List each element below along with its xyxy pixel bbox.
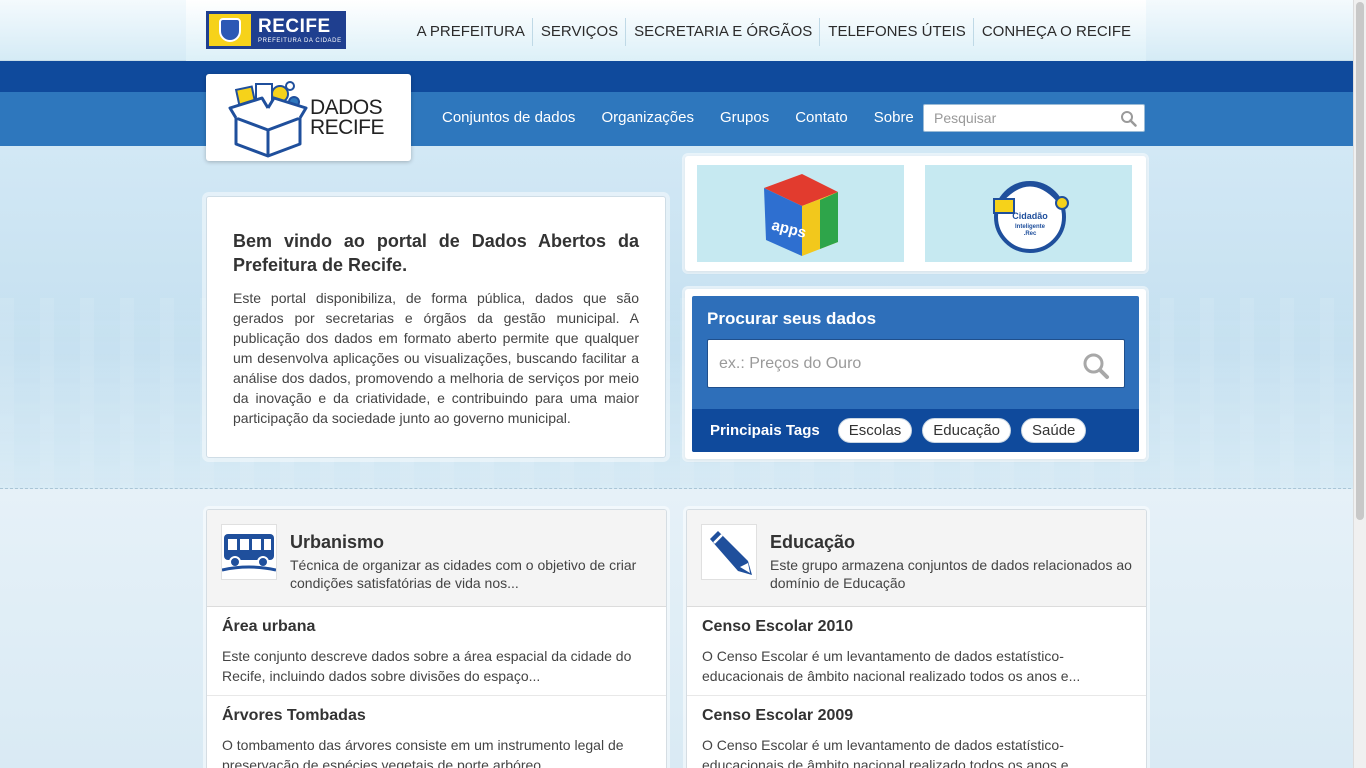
dataset-description: O Censo Escolar é um levantamento de dad… — [702, 737, 1081, 768]
tag-educacao[interactable]: Educação — [922, 418, 1012, 443]
welcome-title: Bem vindo ao portal de Dados Abertos da … — [233, 231, 639, 275]
dataset-title: Censo Escolar 2010 — [702, 618, 854, 635]
main-nav: Conjuntos de dados Organizações Grupos C… — [442, 109, 914, 126]
cidadao-line-1: Cidadão — [1012, 211, 1048, 221]
cidadao-line-3: .Rec — [1023, 231, 1036, 237]
group-description: Técnica de organizar as cidades com o ob… — [290, 557, 637, 591]
group-card-urbanismo: Urbanismo Técnica de organizar as cidade… — [206, 509, 667, 768]
dataset-item[interactable]: Censo Escolar 2009 O Censo Escolar é um … — [687, 696, 1146, 768]
search-icon[interactable] — [1082, 352, 1110, 385]
gov-nav-conheca[interactable]: CONHEÇA O RECIFE — [972, 18, 1138, 46]
search-panel-title: Procurar seus dados — [707, 309, 877, 328]
logo-line-2: RECIFE — [310, 116, 385, 139]
group-title: Educação — [770, 532, 856, 552]
top-search — [923, 104, 1145, 132]
header-band-dark — [0, 61, 1366, 92]
hero-background — [0, 146, 1366, 488]
dataset-item[interactable]: Árvores Tombadas O tombamento das árvore… — [207, 696, 666, 768]
recife-logo-subtitle: PREFEITURA DA CIDADE — [258, 37, 342, 44]
gov-nav-servicos[interactable]: SERVIÇOS — [531, 18, 625, 46]
dataset-description: O tombamento das árvores consiste em um … — [222, 737, 624, 768]
apps-tile[interactable]: apps — [697, 165, 904, 262]
dataset-description: O Censo Escolar é um levantamento de dad… — [702, 648, 1081, 684]
cidadao-inteligente-icon: Cidadão Inteligente .Rec — [992, 180, 1069, 253]
tags-bar: Principais Tags Escolas Educação Saúde — [692, 409, 1139, 452]
gov-bar-inner: RECIFE PREFEITURA DA CIDADE A PREFEITURA… — [186, 0, 1146, 61]
group-header[interactable]: Educação Este grupo armazena conjuntos d… — [687, 510, 1146, 607]
nav-grupos[interactable]: Grupos — [720, 109, 769, 126]
page-scrollbar[interactable] — [1353, 0, 1366, 768]
gov-bar: RECIFE PREFEITURA DA CIDADE A PREFEITURA… — [0, 0, 1366, 61]
search-panel: Procurar seus dados Principais Tags Esco… — [685, 289, 1146, 459]
group-header[interactable]: Urbanismo Técnica de organizar as cidade… — [207, 510, 666, 607]
dataset-description: Este conjunto descreve dados sobre a áre… — [222, 648, 632, 684]
gov-nav-telefones[interactable]: TELEFONES ÚTEIS — [819, 18, 973, 46]
cidadao-line-2: Inteligente — [1014, 224, 1045, 230]
dataset-item[interactable]: Censo Escolar 2010 O Censo Escolar é um … — [687, 607, 1146, 696]
group-card-educacao: Educação Este grupo armazena conjuntos d… — [686, 509, 1147, 768]
nav-organizacoes[interactable]: Organizações — [601, 109, 694, 126]
nav-conjuntos[interactable]: Conjuntos de dados — [442, 109, 575, 126]
tag-escolas[interactable]: Escolas — [837, 418, 913, 443]
recife-logo-title: RECIFE — [258, 15, 331, 37]
welcome-body: Este portal disponibiliza, de forma públ… — [233, 290, 639, 426]
dataset-search-input[interactable] — [708, 340, 1068, 387]
dados-recife-logo[interactable]: DADOS RECIFE — [206, 74, 411, 161]
nav-sobre[interactable]: Sobre — [874, 109, 914, 126]
group-title: Urbanismo — [290, 532, 385, 552]
gov-nav-secretaria[interactable]: SECRETARIA E ÓRGÃOS — [625, 18, 819, 46]
cidadao-inteligente-tile[interactable]: Cidadão Inteligente .Rec — [925, 165, 1132, 262]
dataset-title: Área urbana — [222, 618, 316, 635]
gov-nav: A PREFEITURA SERVIÇOS SECRETARIA E ÓRGÃO… — [409, 18, 1138, 46]
dataset-item[interactable]: Área urbana Este conjunto descreve dados… — [207, 607, 666, 696]
gov-nav-a-prefeitura[interactable]: A PREFEITURA — [409, 18, 532, 46]
apps-bag-icon: apps — [763, 173, 838, 256]
crest-icon — [209, 14, 251, 46]
scrollbar-thumb[interactable] — [1356, 2, 1364, 520]
dataset-title: Árvores Tombadas — [222, 707, 366, 724]
data-box-icon — [228, 81, 308, 158]
tag-saude[interactable]: Saúde — [1021, 418, 1087, 443]
nav-contato[interactable]: Contato — [795, 109, 848, 126]
welcome-card: Bem vindo ao portal de Dados Abertos da … — [206, 196, 666, 458]
logo-line-1: DADOS — [310, 96, 383, 119]
dataset-search — [707, 339, 1125, 388]
tags-label: Principais Tags — [710, 422, 820, 439]
group-description: Este grupo armazena conjuntos de dados r… — [770, 557, 1132, 591]
bus-icon — [222, 534, 276, 572]
lower-background — [0, 489, 1366, 768]
search-icon[interactable] — [1120, 110, 1137, 132]
recife-logo[interactable]: RECIFE PREFEITURA DA CIDADE — [206, 11, 346, 49]
pencil-icon — [710, 531, 752, 575]
top-search-input[interactable] — [924, 105, 1109, 131]
dataset-title: Censo Escolar 2009 — [702, 707, 854, 724]
promo-card: apps Cidadão Inteligente .Rec — [685, 156, 1146, 271]
